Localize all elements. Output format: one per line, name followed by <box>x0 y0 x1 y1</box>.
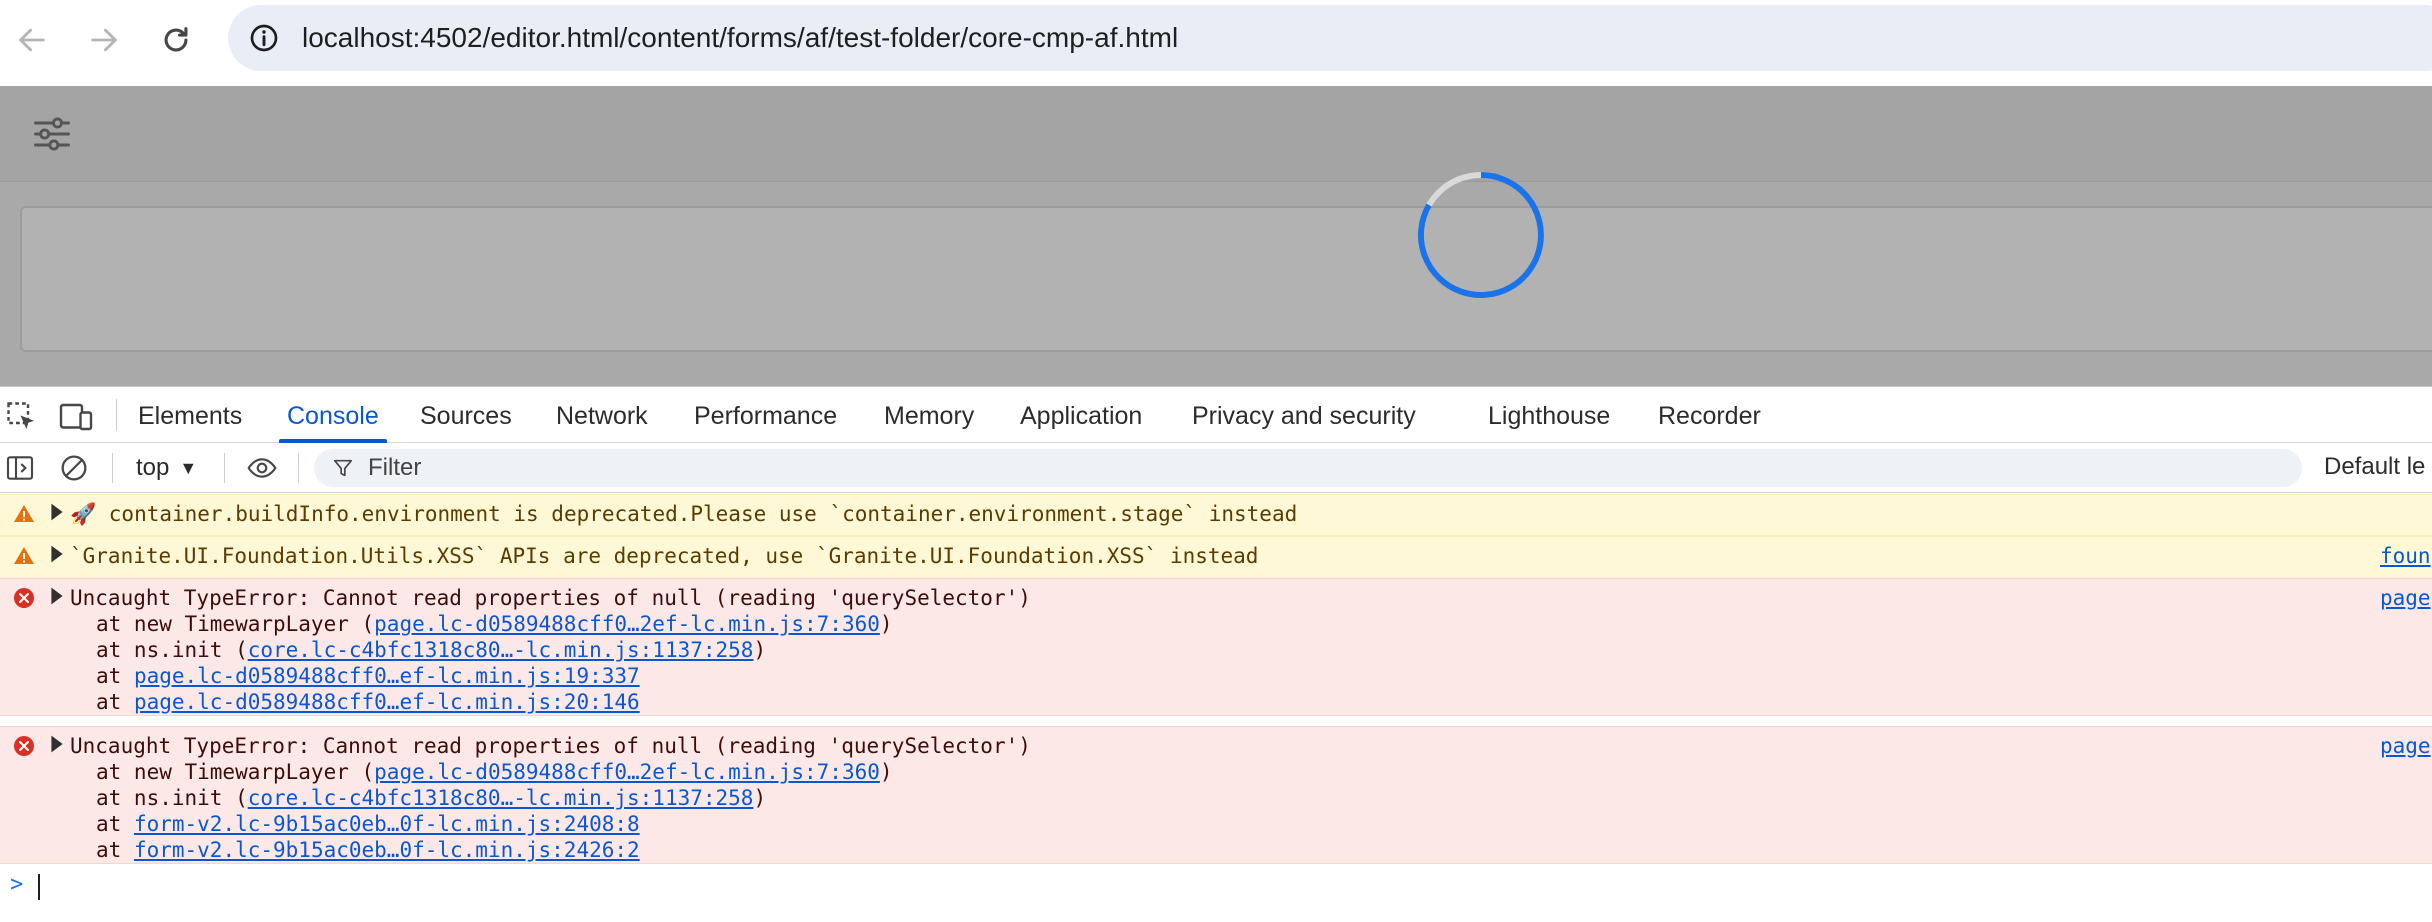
stack-trace-line: at form-v2.lc-9b15ac0eb…0f-lc.min.js:242… <box>96 838 640 862</box>
url-text[interactable]: localhost:4502/editor.html/content/forms… <box>302 22 1178 54</box>
error-icon <box>14 588 34 608</box>
stack-trace-link[interactable]: page.lc-d0589488cff0…2ef-lc.min.js:7:360 <box>374 760 880 784</box>
stack-trace-link[interactable]: form-v2.lc-9b15ac0eb…0f-lc.min.js:2408:8 <box>134 812 640 836</box>
tab-performance[interactable]: Performance <box>694 387 837 443</box>
message-source-link[interactable]: page <box>2380 585 2431 611</box>
loading-spinner-icon <box>1417 172 1544 298</box>
stack-trace-link[interactable]: core.lc-c4bfc1318c80…-lc.min.js:1137:258 <box>248 786 754 810</box>
console-warning-message[interactable]: 🚀 container.buildInfo.environment is dep… <box>0 494 2432 536</box>
stack-trace-line: at form-v2.lc-9b15ac0eb…0f-lc.min.js:240… <box>96 812 640 836</box>
stack-trace-line: at page.lc-d0589488cff0…ef-lc.min.js:19:… <box>96 664 640 688</box>
toolbar-divider <box>298 453 299 483</box>
toolbar-divider <box>224 453 225 483</box>
console-filter-input[interactable]: Filter <box>314 449 2302 487</box>
reload-button[interactable] <box>156 20 196 60</box>
toolbar-divider <box>112 453 113 483</box>
forward-arrow-icon <box>91 28 117 52</box>
message-text: Uncaught TypeError: Cannot read properti… <box>70 586 1031 610</box>
console-error-message[interactable]: Uncaught TypeError: Cannot read properti… <box>0 726 2432 864</box>
inspect-element-icon[interactable] <box>4 399 40 435</box>
stack-trace-link[interactable]: page.lc-d0589488cff0…ef-lc.min.js:20:146 <box>134 690 640 714</box>
tab-memory[interactable]: Memory <box>884 387 974 443</box>
log-levels-dropdown[interactable]: Default le <box>2324 453 2425 481</box>
show-sidebar-icon[interactable] <box>4 452 36 484</box>
context-selector[interactable]: top ▼ <box>136 453 197 483</box>
tab-sources[interactable]: Sources <box>420 387 512 443</box>
stack-trace-line: at page.lc-d0589488cff0…ef-lc.min.js:20:… <box>96 690 640 714</box>
error-icon <box>14 736 34 756</box>
stack-trace-line: at new TimewarpLayer (page.lc-d0589488cf… <box>96 612 893 636</box>
form-placeholder-card <box>20 206 2432 352</box>
warning-icon <box>14 547 34 564</box>
page-content <box>0 86 2432 386</box>
tab-privacy-and-security[interactable]: Privacy and security <box>1192 387 1416 443</box>
stack-trace-line: at ns.init (core.lc-c4bfc1318c80…-lc.min… <box>96 786 767 810</box>
message-text: 🚀 container.buildInfo.environment is dep… <box>70 502 1298 526</box>
expand-caret-icon[interactable] <box>50 545 64 563</box>
back-arrow-icon <box>19 28 45 52</box>
message-text: Uncaught TypeError: Cannot read properti… <box>70 734 1031 758</box>
console-toolbar: top ▼ Filter Default le <box>0 443 2432 493</box>
live-expression-eye-icon[interactable] <box>244 452 280 484</box>
console-error-message[interactable]: Uncaught TypeError: Cannot read properti… <box>0 578 2432 716</box>
text-cursor <box>38 874 40 900</box>
prompt-chevron-icon: > <box>10 872 24 897</box>
clear-console-icon[interactable] <box>58 452 90 484</box>
expand-caret-icon[interactable] <box>50 503 64 521</box>
devtools-panel: Elements Console Sources Network Perform… <box>0 386 2432 922</box>
device-toolbar-icon[interactable] <box>58 399 94 435</box>
expand-caret-icon[interactable] <box>50 735 64 753</box>
message-source-link[interactable]: page <box>2380 733 2431 759</box>
warning-icon <box>14 505 34 522</box>
tab-lighthouse[interactable]: Lighthouse <box>1488 387 1610 443</box>
tab-recorder[interactable]: Recorder <box>1658 387 1761 443</box>
message-source-link[interactable]: foun <box>2380 543 2431 569</box>
tab-network[interactable]: Network <box>556 387 648 443</box>
browser-toolbar: localhost:4502/editor.html/content/forms… <box>0 0 2432 86</box>
stack-trace-line: at new TimewarpLayer (page.lc-d0589488cf… <box>96 760 893 784</box>
forward-button[interactable] <box>84 20 124 60</box>
back-button[interactable] <box>12 20 52 60</box>
address-bar[interactable]: localhost:4502/editor.html/content/forms… <box>228 5 2432 71</box>
message-divider <box>0 716 2432 726</box>
tab-bar-divider <box>116 399 117 431</box>
console-prompt[interactable]: > <box>0 864 2432 904</box>
stack-trace-link[interactable]: core.lc-c4bfc1318c80…-lc.min.js:1137:258 <box>248 638 754 662</box>
editor-toolbar <box>0 86 2432 182</box>
context-selector-value: top <box>136 454 170 481</box>
tab-console[interactable]: Console <box>279 387 387 443</box>
console-warning-message[interactable]: `Granite.UI.Foundation.Utils.XSS` APIs a… <box>0 536 2432 578</box>
message-text: `Granite.UI.Foundation.Utils.XSS` APIs a… <box>70 544 1259 568</box>
dropdown-caret-icon: ▼ <box>179 457 198 478</box>
stack-trace-link[interactable]: page.lc-d0589488cff0…2ef-lc.min.js:7:360 <box>374 612 880 636</box>
filter-icon <box>333 459 353 477</box>
filter-placeholder: Filter <box>368 454 422 481</box>
site-info-icon[interactable] <box>248 22 280 54</box>
tab-elements[interactable]: Elements <box>138 387 242 443</box>
devtools-tab-bar: Elements Console Sources Network Perform… <box>0 387 2432 443</box>
settings-sliders-icon[interactable] <box>30 112 74 156</box>
reload-icon <box>164 27 188 52</box>
stack-trace-line: at ns.init (core.lc-c4bfc1318c80…-lc.min… <box>96 638 767 662</box>
expand-caret-icon[interactable] <box>50 587 64 605</box>
stack-trace-link[interactable]: form-v2.lc-9b15ac0eb…0f-lc.min.js:2426:2 <box>134 838 640 862</box>
stack-trace-link[interactable]: page.lc-d0589488cff0…ef-lc.min.js:19:337 <box>134 664 640 688</box>
tab-application[interactable]: Application <box>1020 387 1142 443</box>
console-messages: 🚀 container.buildInfo.environment is dep… <box>0 494 2432 904</box>
